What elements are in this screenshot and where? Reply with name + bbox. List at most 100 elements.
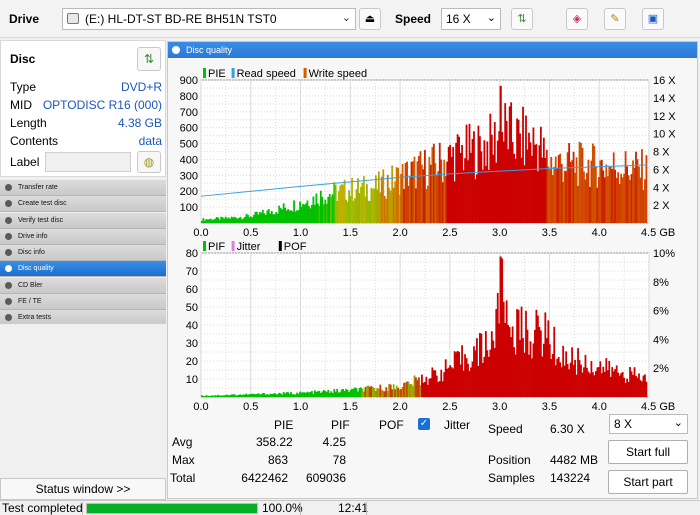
disc-value: OPTODISC R16 (000) [42, 98, 162, 112]
y2-tick-label: 4% [653, 334, 669, 346]
x-tick-label: 3.5 [542, 401, 557, 413]
options-button[interactable]: ✎ [604, 8, 626, 30]
nav-item-icon [5, 232, 12, 240]
legend-swatch [231, 241, 235, 251]
speed-stat-label: Speed [488, 422, 523, 436]
disc-quality-icon [172, 46, 180, 54]
x-tick-label: 0.0 [193, 401, 208, 413]
y2-tick-label: 6% [653, 306, 669, 318]
start-part-button[interactable]: Start part [608, 470, 688, 494]
drive-select-value: (E:) HL-DT-ST BD-RE BH51N TST0 [85, 12, 277, 26]
eject-icon: ⏏ [364, 13, 376, 25]
y2-tick-label: 8 X [653, 147, 670, 159]
save-button[interactable]: ▣ [642, 8, 664, 30]
nav-item-icon [5, 249, 12, 256]
nav-item-fe-te[interactable]: FE / TE [0, 293, 166, 310]
nav-item-disc-quality[interactable]: Disc quality [0, 261, 166, 278]
x-tick-label: 3.0 [492, 401, 507, 413]
y2-tick-label: 8% [653, 277, 669, 289]
status-bar: Test completed 100.0% 12:41 [0, 500, 700, 515]
y2-tick-label: 6 X [653, 164, 670, 176]
x-tick-label: 0.5 [243, 401, 258, 413]
position-value: 4482 MB [550, 453, 599, 467]
y-tick-label: 900 [180, 75, 198, 87]
chevron-down-icon: ⌄ [341, 12, 351, 24]
legend-swatch [231, 68, 235, 78]
chevron-down-icon: ⌄ [486, 12, 496, 24]
x-tick-label: 0.0 [193, 227, 208, 239]
stats-header-pof: POF [379, 418, 404, 432]
y-tick-label: 60 [186, 284, 198, 296]
drive-icon [67, 13, 79, 24]
y-tick-label: 30 [186, 338, 198, 350]
y-tick-label: 800 [180, 91, 198, 103]
refresh-speed-button[interactable]: ⇅ [511, 8, 533, 30]
stats-label-total: Total [170, 471, 196, 485]
test-speed-select[interactable]: 8 X ⌄ [609, 414, 688, 434]
legend-label: Read speed [237, 68, 296, 80]
legend-swatch [303, 68, 307, 78]
disc-key: Contents [10, 134, 59, 148]
status-divider [82, 502, 83, 515]
nav-item-label: FE / TE [18, 297, 42, 305]
nav-item-label: Transfer rate [18, 184, 58, 191]
y2-tick-label: 10 X [653, 129, 676, 141]
legend-swatch [203, 241, 206, 251]
eraser-icon: ◈ [572, 13, 582, 25]
refresh-icon: ⇅ [143, 52, 155, 66]
jitter-checkbox[interactable]: ✓ [418, 418, 430, 430]
nav-item-icon [5, 314, 12, 321]
label-apply-button[interactable]: ◍ [137, 151, 161, 173]
x-tick-label: 2.0 [392, 401, 407, 413]
x-tick-label: 2.0 [392, 227, 407, 239]
y2-tick-label: 14 X [653, 93, 676, 105]
check-icon: ✓ [419, 418, 429, 429]
label-field[interactable] [45, 152, 131, 172]
eject-button[interactable]: ⏏ [359, 8, 381, 30]
stats-total-pie: 6422462 [241, 471, 288, 485]
nav-item-create-test-disc[interactable]: Create test disc [0, 196, 166, 213]
nav-item-cd-bler[interactable]: CD Bler [0, 277, 166, 294]
x-tick-label: 2.5 [442, 227, 457, 239]
disc-value: DVD+R [120, 80, 162, 94]
speed-select-value: 16 X [446, 12, 471, 26]
nav-item-drive-info[interactable]: Drive info [0, 228, 166, 245]
drive-select[interactable]: (E:) HL-DT-ST BD-RE BH51N TST0 ⌄ [62, 8, 356, 30]
nav-item-icon [5, 265, 12, 273]
nav-item-label: Verify test disc [18, 216, 64, 224]
x-tick-label: 1.0 [293, 401, 308, 413]
stats-max-pif: 78 [332, 453, 346, 467]
stats-label-avg: Avg [172, 435, 193, 449]
nav-item-icon [5, 216, 12, 224]
y2-tick-label: 10% [653, 248, 675, 260]
y-tick-label: 40 [186, 320, 198, 332]
nav-item-transfer-rate[interactable]: Transfer rate [0, 180, 166, 196]
disc-quality-header: Disc quality [168, 42, 697, 58]
nav-item-disc-info[interactable]: Disc info [0, 245, 166, 261]
legend-label: PIE [208, 68, 226, 80]
x-tick-label: 3.0 [492, 227, 507, 239]
nav-item-label: CD Bler [18, 281, 43, 289]
stats-total-pif: 609036 [305, 471, 346, 485]
progress-fill [87, 504, 257, 513]
status-text: Test completed [2, 501, 83, 515]
disc-refresh-button[interactable]: ⇅ [137, 47, 161, 71]
nav-empty-area [0, 324, 166, 476]
status-window-button[interactable]: Status window >> [0, 478, 166, 500]
disc-title: Disc [10, 52, 36, 66]
progress-bar [86, 503, 258, 514]
y2-tick-label: 2 X [653, 200, 670, 212]
y-tick-label: 80 [186, 248, 198, 260]
nav-item-verify-test-disc[interactable]: Verify test disc [0, 212, 166, 229]
data-bar-peak [499, 256, 502, 397]
x-tick-label: 2.5 [442, 401, 457, 413]
tools-icon: ✎ [610, 13, 620, 25]
erase-button[interactable]: ◈ [566, 8, 588, 30]
nav-item-icon [5, 297, 12, 305]
start-full-button[interactable]: Start full [608, 440, 688, 464]
nav-item-label: Disc quality [18, 265, 54, 273]
x-tick-label: 1.5 [343, 227, 358, 239]
x-tick-label: 1.0 [293, 227, 308, 239]
speed-select[interactable]: 16 X ⌄ [441, 8, 501, 30]
y2-tick-label: 12 X [653, 111, 676, 123]
